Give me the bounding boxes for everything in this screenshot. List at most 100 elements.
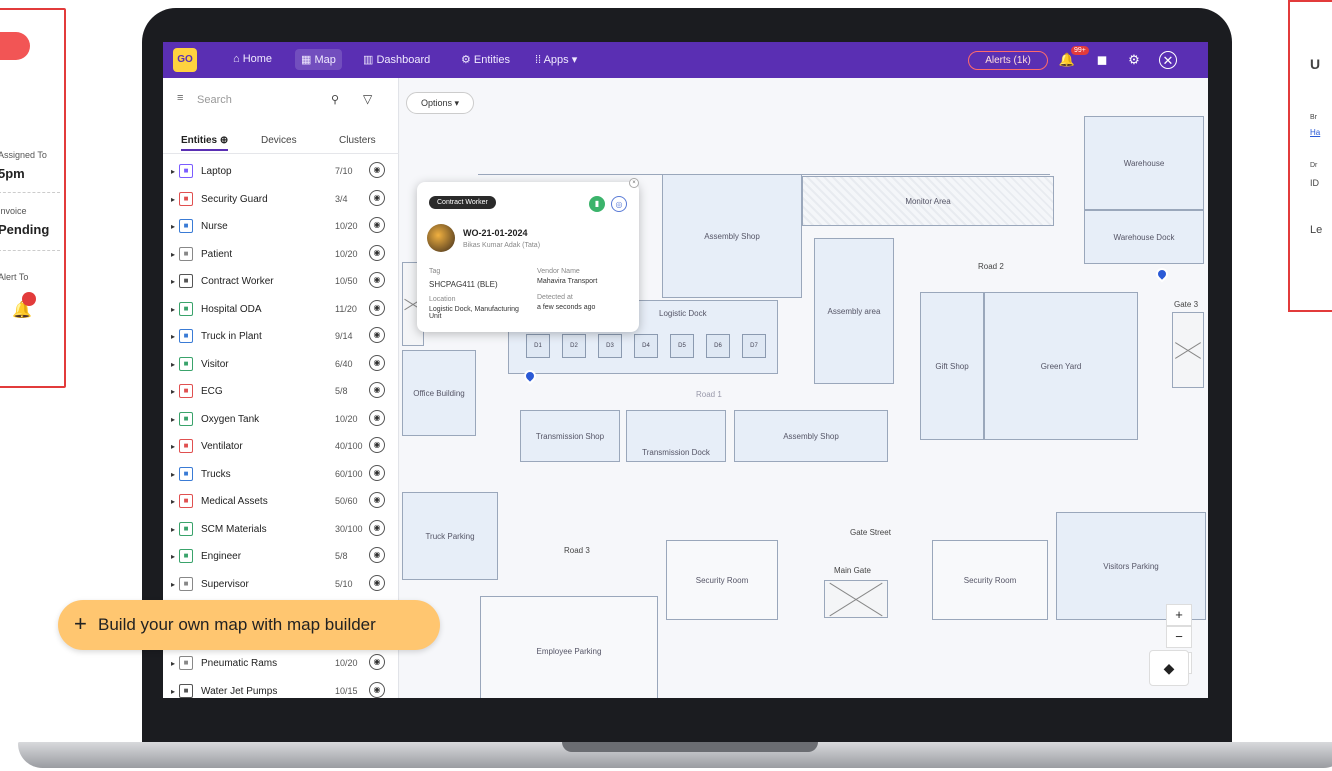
alerts-button[interactable]: Alerts (1k) xyxy=(968,51,1048,70)
main-gate[interactable] xyxy=(824,580,888,618)
entity-row[interactable]: ▸ ■ Contract Worker 10/50 ◉ xyxy=(163,268,399,296)
locate-icon[interactable]: ◎ xyxy=(611,196,627,212)
expand-arrow-icon[interactable]: ▸ xyxy=(171,305,175,314)
help-icon[interactable]: ◼ xyxy=(1093,51,1111,69)
dock-bay[interactable]: D4 xyxy=(634,334,658,358)
visibility-eye-icon[interactable]: ◉ xyxy=(369,519,385,536)
dock-bay[interactable]: D2 xyxy=(562,334,586,358)
office-building[interactable]: Office Building xyxy=(402,350,476,436)
visibility-eye-icon[interactable]: ◉ xyxy=(369,547,385,563)
layers-icon[interactable]: ◆ xyxy=(1149,650,1189,686)
dock-bay[interactable]: D3 xyxy=(598,334,622,358)
map-builder-cta[interactable]: + Build your own map with map builder xyxy=(58,600,440,650)
menu-icon[interactable]: ≡ xyxy=(177,92,183,104)
visibility-eye-icon[interactable]: ◉ xyxy=(369,217,385,233)
entity-row[interactable]: ▸ ■ Water Jet Pumps 10/15 ◉ xyxy=(163,678,399,699)
nav-apps[interactable]: ⁞⁞ Apps ▾ xyxy=(535,53,577,66)
filter-icon[interactable]: ▽ xyxy=(363,92,372,106)
entity-row[interactable]: ▸ ■ Nurse 10/20 ◉ xyxy=(163,213,399,241)
entity-row[interactable]: ▸ ■ Visitor 6/40 ◉ xyxy=(163,351,399,379)
zoom-out-button[interactable]: − xyxy=(1166,626,1192,648)
nav-map[interactable]: ▦ Map xyxy=(295,49,342,70)
expand-arrow-icon[interactable]: ▸ xyxy=(171,552,175,561)
app-logo[interactable]: GO xyxy=(173,48,197,72)
search-icon[interactable]: ⚲ xyxy=(331,93,339,106)
right-card-link[interactable]: Ha xyxy=(1310,128,1320,137)
entity-row[interactable]: ▸ ■ Supervisor 5/10 ◉ xyxy=(163,571,399,599)
entity-row[interactable]: ▸ ■ ECG 5/8 ◉ xyxy=(163,378,399,406)
expand-arrow-icon[interactable]: ▸ xyxy=(171,442,175,451)
visibility-eye-icon[interactable]: ◉ xyxy=(369,189,385,206)
dock-bay[interactable]: D6 xyxy=(706,334,730,358)
tab-entities[interactable]: Entities ⊕ xyxy=(181,135,229,151)
dock-bay[interactable]: D5 xyxy=(670,334,694,358)
tab-clusters[interactable]: Clusters xyxy=(339,135,376,146)
warehouse-dock[interactable]: Warehouse Dock xyxy=(1084,210,1204,264)
nav-dashboard[interactable]: ▥ Dashboard xyxy=(363,53,430,66)
entity-row[interactable]: ▸ ■ Engineer 5/8 ◉ xyxy=(163,543,399,571)
visibility-eye-icon[interactable]: ◉ xyxy=(369,409,385,426)
visibility-eye-icon[interactable]: ◉ xyxy=(369,299,385,316)
security-room-2[interactable]: Security Room xyxy=(932,540,1048,620)
search-box[interactable]: ≡ Search ⚲ xyxy=(171,90,351,112)
visibility-eye-icon[interactable]: ◉ xyxy=(369,354,385,371)
expand-arrow-icon[interactable]: ▸ xyxy=(171,687,175,696)
assembly-shop-building[interactable]: Assembly Shop xyxy=(662,174,802,298)
visibility-eye-icon[interactable]: ◉ xyxy=(369,244,385,261)
floor-map[interactable]: Options ▾ Assembly Shop Monitor Area War… xyxy=(400,78,1208,698)
profile-icon[interactable]: ✕ xyxy=(1159,51,1177,69)
visibility-eye-icon[interactable]: ◉ xyxy=(369,382,385,398)
visibility-eye-icon[interactable]: ◉ xyxy=(369,327,385,343)
entity-row[interactable]: ▸ ■ SCM Materials 30/100 ◉ xyxy=(163,516,399,544)
nav-home[interactable]: ⌂ Home xyxy=(233,53,272,65)
assembly-area-building[interactable]: Assembly area xyxy=(814,238,894,384)
expand-arrow-icon[interactable]: ▸ xyxy=(171,470,175,479)
visibility-eye-icon[interactable]: ◉ xyxy=(369,162,385,178)
expand-arrow-icon[interactable]: ▸ xyxy=(171,167,175,176)
visibility-eye-icon[interactable]: ◉ xyxy=(369,272,385,288)
entity-row[interactable]: ▸ ■ Patient 10/20 ◉ xyxy=(163,241,399,269)
visibility-eye-icon[interactable]: ◉ xyxy=(369,681,385,698)
expand-arrow-icon[interactable]: ▸ xyxy=(171,277,175,286)
expand-arrow-icon[interactable]: ▸ xyxy=(171,387,175,396)
bell-icon[interactable]: 🔔 xyxy=(12,292,36,320)
entity-row[interactable]: ▸ ■ Ventilator 40/100 ◉ xyxy=(163,433,399,461)
expand-arrow-icon[interactable]: ▸ xyxy=(171,250,175,259)
options-dropdown[interactable]: Options ▾ xyxy=(406,92,474,114)
employee-parking[interactable]: Employee Parking xyxy=(480,596,658,698)
zoom-in-button[interactable]: + xyxy=(1166,604,1192,626)
transmission-shop[interactable]: Transmission Shop xyxy=(520,410,620,462)
entity-row[interactable]: ▸ ■ Hospital ODA 11/20 ◉ xyxy=(163,296,399,324)
expand-arrow-icon[interactable]: ▸ xyxy=(171,360,175,369)
tab-devices[interactable]: Devices xyxy=(261,135,297,146)
expand-arrow-icon[interactable]: ▸ xyxy=(171,580,175,589)
expand-arrow-icon[interactable]: ▸ xyxy=(171,659,175,668)
entity-row[interactable]: ▸ ■ Pneumatic Rams 10/20 ◉ xyxy=(163,650,399,678)
green-yard-zone[interactable]: Green Yard xyxy=(984,292,1138,440)
close-icon[interactable]: × xyxy=(629,178,639,188)
gate-3[interactable] xyxy=(1172,312,1204,388)
entity-row[interactable]: ▸ ■ Truck in Plant 9/14 ◉ xyxy=(163,323,399,351)
security-room-1[interactable]: Security Room xyxy=(666,540,778,620)
expand-arrow-icon[interactable]: ▸ xyxy=(171,497,175,506)
visibility-eye-icon[interactable]: ◉ xyxy=(369,437,385,453)
truck-parking[interactable]: Truck Parking xyxy=(402,492,498,580)
expand-arrow-icon[interactable]: ▸ xyxy=(171,415,175,424)
gift-shop-building[interactable]: Gift Shop xyxy=(920,292,984,440)
visibility-eye-icon[interactable]: ◉ xyxy=(369,574,385,591)
entity-row[interactable]: ▸ ■ Security Guard 3/4 ◉ xyxy=(163,186,399,214)
visibility-eye-icon[interactable]: ◉ xyxy=(369,654,385,670)
expand-arrow-icon[interactable]: ▸ xyxy=(171,222,175,231)
entity-row[interactable]: ▸ ■ Oxygen Tank 10/20 ◉ xyxy=(163,406,399,434)
location-pin[interactable] xyxy=(1153,265,1171,283)
expand-arrow-icon[interactable]: ▸ xyxy=(171,332,175,341)
visibility-eye-icon[interactable]: ◉ xyxy=(369,464,385,481)
entity-row[interactable]: ▸ ■ Trucks 60/100 ◉ xyxy=(163,461,399,489)
assembly-shop-2-building[interactable]: Assembly Shop xyxy=(734,410,888,462)
dock-bay[interactable]: D7 xyxy=(742,334,766,358)
entity-row[interactable]: ▸ ■ Laptop 7/10 ◉ xyxy=(163,158,399,186)
entity-row[interactable]: ▸ ■ Medical Assets 50/60 ◉ xyxy=(163,488,399,516)
nav-entities[interactable]: ⚙ Entities xyxy=(461,53,510,66)
settings-gear-icon[interactable]: ⚙ xyxy=(1125,51,1143,69)
monitor-area-zone[interactable]: Monitor Area xyxy=(802,176,1054,226)
